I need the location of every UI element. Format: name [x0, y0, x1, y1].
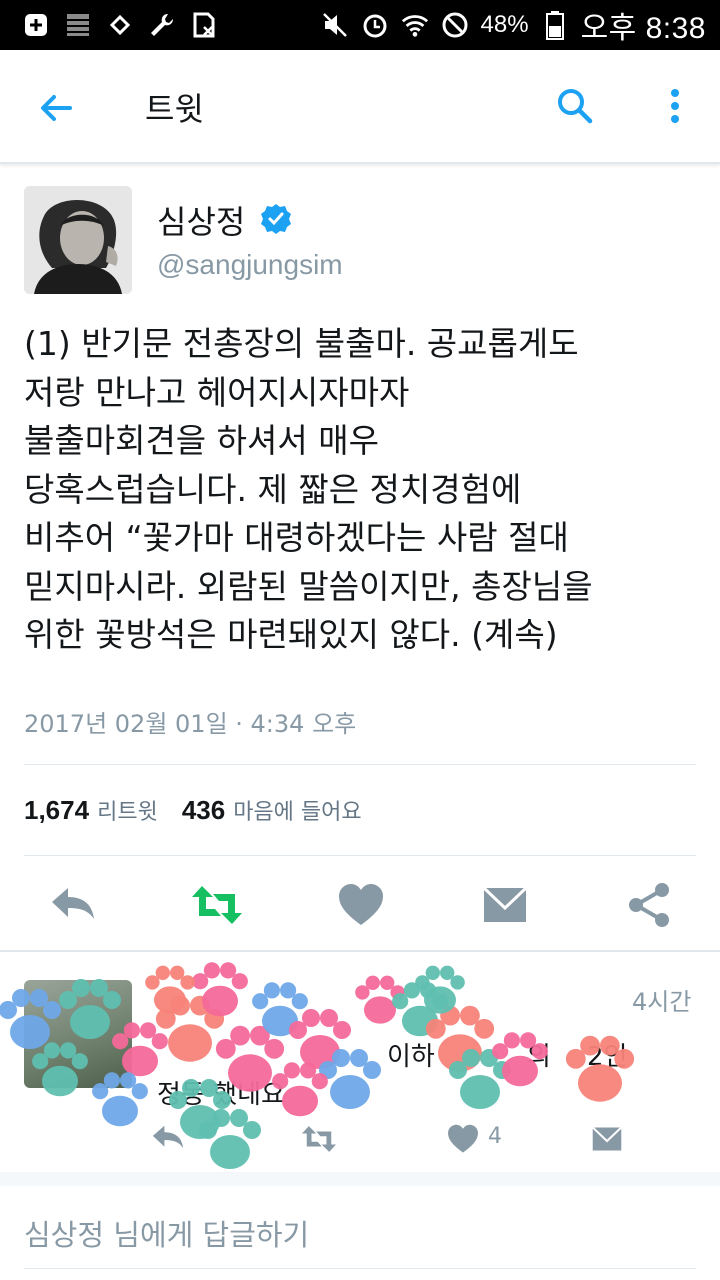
paw-sticker — [92, 1072, 148, 1127]
tweet-text: (1) 반기문 전총장의 불출마. 공교롭게도 저랑 만나고 헤어지시자마자 불… — [24, 324, 593, 654]
retweet-icon — [192, 886, 242, 924]
paw-sticker — [32, 1042, 88, 1097]
clock: 오후 8:38 — [580, 12, 706, 45]
add-icon — [22, 11, 50, 39]
storage-icon — [64, 11, 92, 39]
search-button[interactable] — [553, 84, 597, 128]
sim-x-icon — [190, 11, 218, 39]
retweet-count[interactable]: 1,674 — [24, 795, 89, 826]
back-arrow-icon — [41, 95, 72, 121]
battery-percent: 48% — [480, 11, 529, 38]
page-title: 트윗 — [145, 90, 204, 128]
paw-sticker — [112, 1022, 168, 1077]
envelope-icon — [482, 886, 528, 922]
share-icon — [629, 883, 669, 927]
battery-icon — [541, 11, 569, 40]
status-bar: 48% 오후 8:38 — [0, 0, 720, 50]
block-icon — [441, 11, 469, 39]
tweet-stats: 1,674 리트윗 436 마음에 들어요 — [24, 794, 362, 826]
paw-sticker — [0, 989, 61, 1049]
reply-button[interactable] — [48, 880, 98, 930]
section-separator — [0, 1172, 720, 1186]
reply-input[interactable]: 심상정 님에게 답글하기 — [24, 1212, 309, 1254]
tweet-timestamp: 2017년 02월 01일 · 4:34 오후 — [24, 710, 357, 738]
tweet-actions — [0, 870, 720, 940]
retweet-label: 리트윗 — [97, 800, 158, 825]
app-bar: 트윗 — [0, 50, 720, 164]
share-button[interactable] — [624, 880, 674, 930]
more-options-button[interactable] — [660, 84, 690, 128]
direct-message-button[interactable] — [480, 880, 530, 930]
heart-icon — [339, 884, 383, 925]
search-icon — [558, 89, 593, 124]
reply-icon — [52, 888, 94, 919]
like-label: 마음에 들어요 — [233, 800, 362, 825]
wifi-icon — [401, 11, 429, 39]
divider — [24, 764, 696, 765]
like-count[interactable]: 436 — [182, 795, 225, 826]
author-avatar[interactable] — [24, 186, 132, 294]
author-name[interactable]: 심상정 — [157, 197, 245, 243]
sim-icon — [106, 11, 134, 39]
retweet-button[interactable] — [190, 880, 242, 930]
divider — [24, 855, 696, 856]
paw-sticker — [565, 1035, 635, 1102]
reply-input-underline — [24, 1268, 696, 1269]
wrench-icon — [148, 11, 176, 39]
more-vertical-icon — [671, 89, 679, 123]
back-button[interactable] — [34, 86, 78, 130]
alarm-icon — [361, 11, 389, 39]
reply-tweet[interactable]: 이하 의 2인 정동 했네요 4시간 4 — [0, 952, 720, 1170]
mute-icon — [321, 11, 349, 39]
paw-stickers-overlay — [0, 962, 635, 1169]
like-button[interactable] — [336, 880, 386, 930]
verified-badge-icon — [260, 203, 292, 235]
paw-sticker — [59, 979, 121, 1039]
author-handle[interactable]: @sangjungsim — [157, 249, 343, 281]
